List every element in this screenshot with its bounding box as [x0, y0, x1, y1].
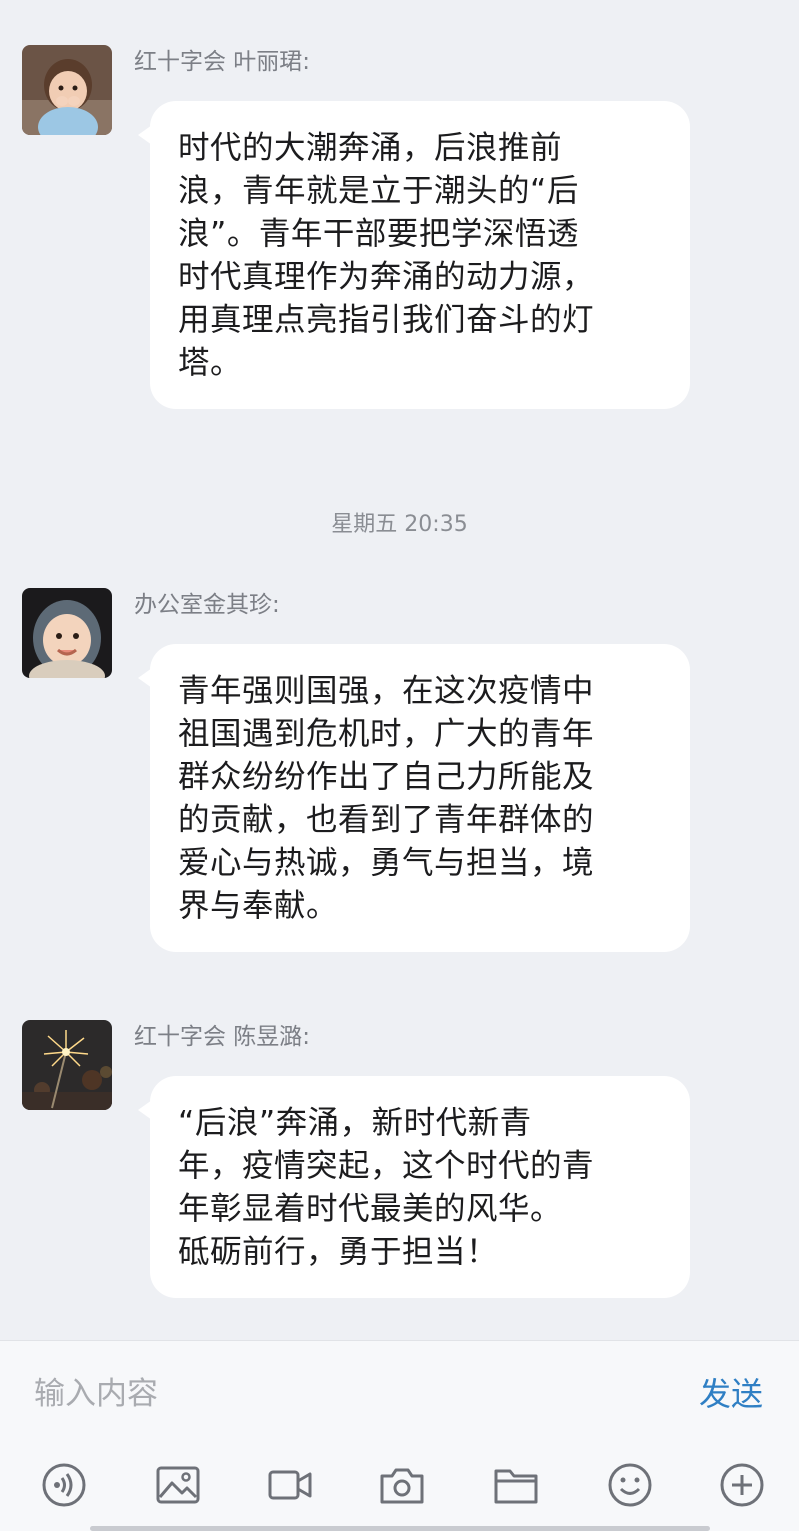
folder-icon — [494, 1469, 538, 1504]
message-bubble[interactable]: 时代的大潮奔涌，后浪推前 浪，青年就是立于潮头的“后 浪”。青年干部要把学深悟透… — [138, 101, 690, 409]
sparkler-avatar — [22, 1020, 112, 1110]
message-line: 祖国遇到危机时，广大的青年 — [178, 716, 595, 752]
camera-button[interactable] — [376, 1459, 428, 1511]
image-button[interactable] — [152, 1459, 204, 1511]
sender-name: 红十字会 叶丽珺: — [134, 49, 311, 75]
sender-name: 红十字会 陈昱潞: — [134, 1024, 311, 1050]
composer-toolbar — [0, 1459, 799, 1519]
camera-icon — [380, 1468, 424, 1504]
message-line: 浪”。青年干部要把学深悟透 — [178, 216, 579, 252]
message-line: 的贡献，也看到了青年群体的 — [178, 802, 595, 838]
message-input[interactable]: 输入内容 — [34, 1371, 634, 1417]
folder-button[interactable] — [490, 1459, 542, 1511]
home-indicator — [90, 1526, 710, 1531]
message-line: 砥砺前行，勇于担当！ — [178, 1234, 499, 1270]
message-line: 界与奉献。 — [178, 888, 339, 924]
message-line: “后浪”奔涌，新时代新青 — [178, 1105, 532, 1141]
emoji-button[interactable] — [604, 1459, 656, 1511]
image-icon — [156, 1466, 200, 1504]
message-line: 时代真理作为奔涌的动力源， — [178, 259, 595, 295]
message-bubble[interactable]: “后浪”奔涌，新时代新青 年，疫情突起，这个时代的青 年彰显着时代最美的风华。 … — [138, 1076, 690, 1298]
send-button[interactable]: 发送 — [699, 1371, 763, 1417]
sender-name: 办公室金其珍: — [134, 592, 280, 618]
avatar[interactable] — [22, 588, 112, 678]
avatar[interactable] — [22, 1020, 112, 1110]
video-button[interactable] — [264, 1459, 316, 1511]
toddler-hands-face-avatar — [22, 45, 112, 135]
message-line: 青年强则国强，在这次疫情中 — [178, 673, 595, 709]
message-line: 浪，青年就是立于潮头的“后 — [178, 173, 579, 209]
message-line: 用真理点亮指引我们奋斗的灯 — [178, 302, 595, 338]
message-line: 时代的大潮奔涌，后浪推前 — [178, 130, 563, 166]
avatar[interactable] — [22, 45, 112, 135]
timestamp: 星期五 20:35 — [331, 512, 468, 537]
message-line: 爱心与热诚，勇气与担当，境 — [178, 845, 595, 881]
message-bubble[interactable]: 青年强则国强，在这次疫情中 祖国遇到危机时，广大的青年 群众纷纷作出了自己力所能… — [138, 644, 690, 952]
message-line: 群众纷纷作出了自己力所能及 — [178, 759, 595, 795]
baby-hood-avatar — [22, 588, 112, 678]
chat-screen: 红十字会 叶丽珺: 时代的大潮奔涌，后浪推前 浪，青年就是立于潮头的“后 浪”。… — [0, 0, 799, 1531]
plus-icon — [720, 1463, 764, 1507]
message-line: 塔。 — [178, 345, 243, 381]
composer: 输入内容 发送 — [0, 1340, 799, 1531]
message-line: 年彰显着时代最美的风华。 — [178, 1191, 563, 1227]
voice-button[interactable] — [38, 1459, 90, 1511]
more-button[interactable] — [716, 1459, 768, 1511]
video-icon — [268, 1470, 312, 1500]
voice-icon — [42, 1463, 86, 1507]
emoji-icon — [608, 1463, 652, 1507]
message-line: 年，疫情突起，这个时代的青 — [178, 1148, 595, 1184]
